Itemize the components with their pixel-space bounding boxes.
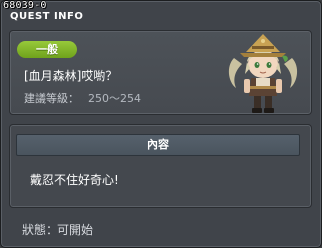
quest-id: 68039-0 — [3, 0, 47, 11]
quest-description: 戴忍不住好奇心! — [30, 173, 119, 187]
content-section-header: 內容 — [16, 134, 300, 156]
recommended-level-label: 建議等級： — [24, 92, 79, 105]
quest-category-badge: 一般 — [17, 41, 77, 58]
npc-portrait-icon — [228, 34, 298, 113]
window-title: QUEST INFO — [10, 11, 84, 22]
status-label: 狀態： — [22, 223, 59, 237]
quest-title: [血月森林]哎喲？ — [24, 69, 118, 83]
status-value: 可開始 — [57, 223, 94, 237]
recommended-level-value: 250～254 — [88, 92, 141, 105]
